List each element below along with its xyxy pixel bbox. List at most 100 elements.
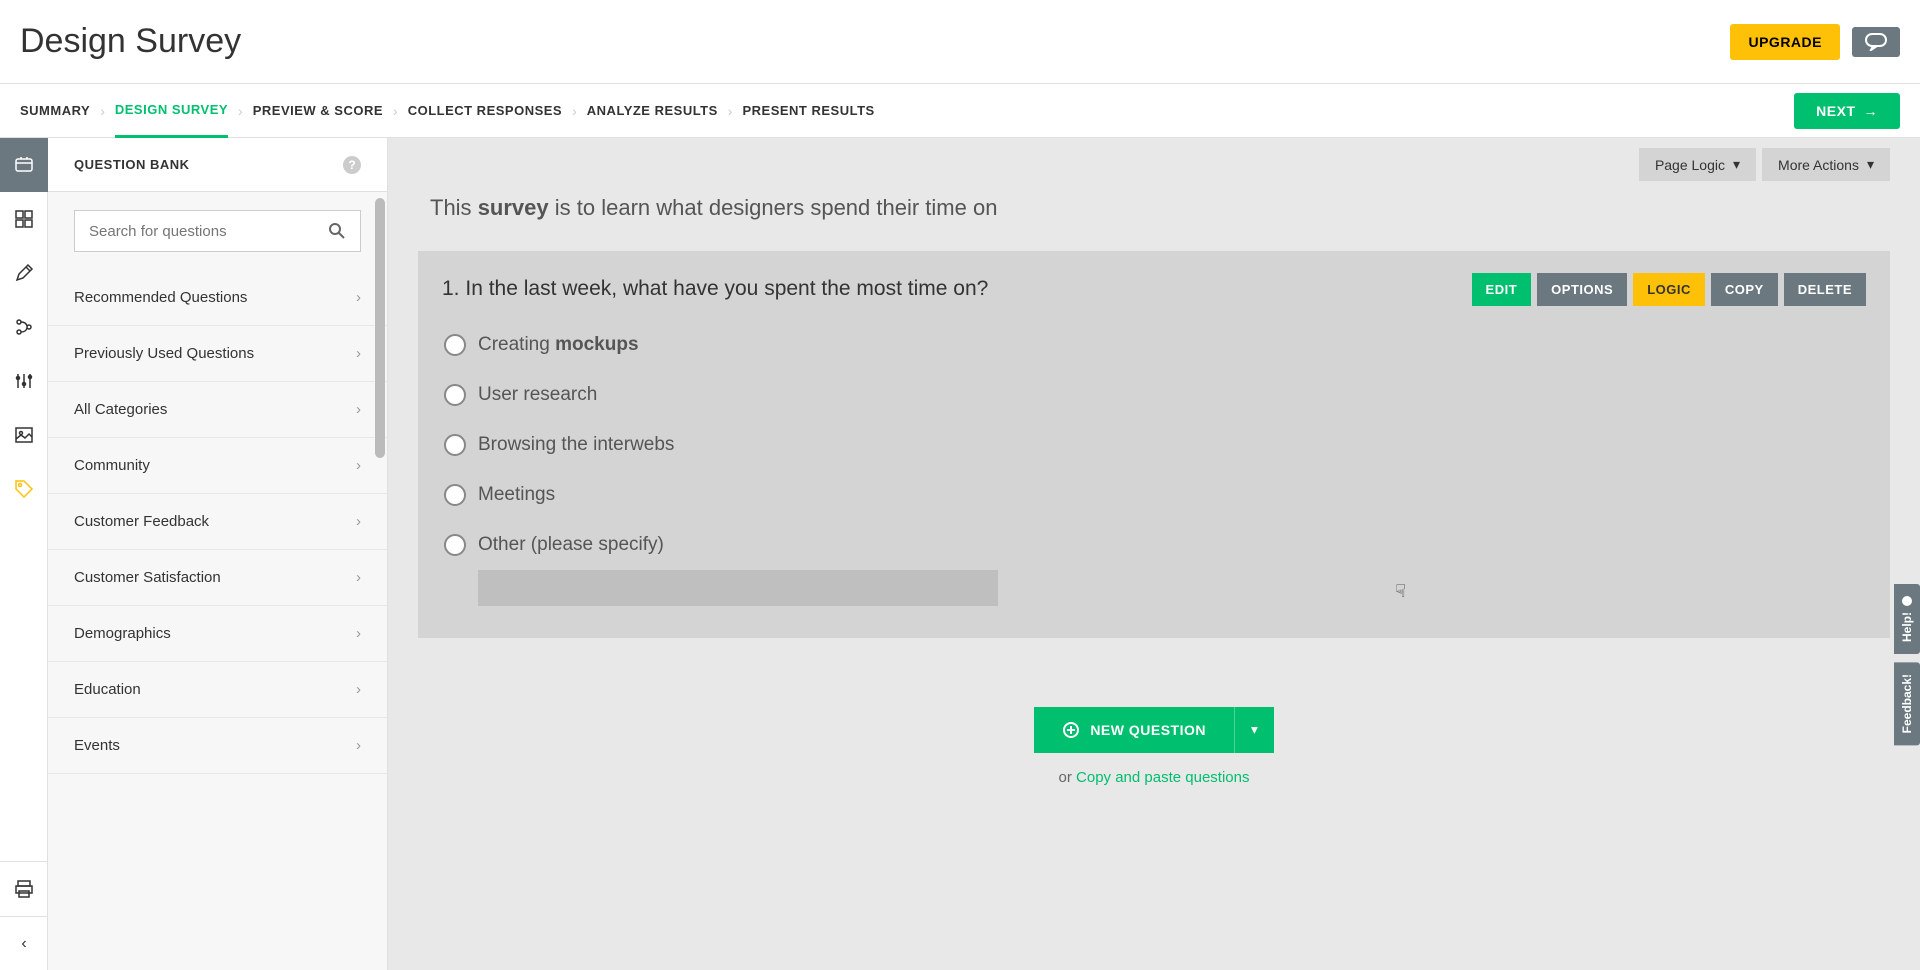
answer-option-other[interactable]: Other (please specify) xyxy=(444,534,1866,556)
sidebar-item-education[interactable]: Education› xyxy=(48,662,387,718)
help-icon[interactable]: ? xyxy=(343,156,361,174)
rail-options[interactable] xyxy=(0,354,48,408)
nav-step-preview[interactable]: PREVIEW & SCORE xyxy=(253,85,383,136)
chevron-right-icon: › xyxy=(572,103,577,119)
chevron-right-icon: › xyxy=(393,103,398,119)
rail-question-bank[interactable] xyxy=(0,462,48,516)
rail-builder[interactable] xyxy=(0,138,48,192)
option-label: Creating mockups xyxy=(478,334,639,356)
nav-step-design[interactable]: DESIGN SURVEY xyxy=(115,84,228,138)
sidebar-item-community[interactable]: Community› xyxy=(48,438,387,494)
caret-down-icon: ▾ xyxy=(1733,156,1740,173)
branch-icon xyxy=(14,317,34,337)
radio-icon[interactable] xyxy=(444,434,466,456)
sidebar-item-recommended[interactable]: Recommended Questions› xyxy=(48,270,387,326)
rail-collapse[interactable]: ‹ xyxy=(0,916,48,970)
new-question-button[interactable]: NEW QUESTION xyxy=(1034,707,1234,753)
rail-image[interactable] xyxy=(0,408,48,462)
nav-step-summary[interactable]: SUMMARY xyxy=(20,85,90,136)
main-layout: ‹ QUESTION BANK ? Recommended Questions›… xyxy=(0,138,1920,970)
image-icon xyxy=(14,425,34,445)
caret-down-icon: ▾ xyxy=(1867,156,1874,173)
radio-icon[interactable] xyxy=(444,534,466,556)
answer-option[interactable]: Meetings xyxy=(444,484,1866,506)
nav-step-present[interactable]: PRESENT RESULTS xyxy=(742,85,874,136)
upgrade-button[interactable]: UPGRADE xyxy=(1730,24,1840,60)
answer-option[interactable]: Creating mockups xyxy=(444,334,1866,356)
chevron-right-icon: › xyxy=(356,737,361,754)
arrow-right-icon: → xyxy=(1864,103,1879,119)
sidebar-item-previous[interactable]: Previously Used Questions› xyxy=(48,326,387,382)
option-label: Browsing the interwebs xyxy=(478,434,674,456)
page-logic-button[interactable]: Page Logic ▾ xyxy=(1639,148,1756,181)
app-header: Design Survey UPGRADE xyxy=(0,0,1920,84)
chevron-right-icon: › xyxy=(100,103,105,119)
copy-button[interactable]: COPY xyxy=(1711,273,1778,306)
question-card[interactable]: 1. In the last week, what have you spent… xyxy=(418,251,1890,638)
left-rail: ‹ xyxy=(0,138,48,970)
next-button[interactable]: NEXT → xyxy=(1794,93,1900,129)
chevron-right-icon: › xyxy=(728,103,733,119)
header-actions: UPGRADE xyxy=(1730,24,1900,60)
feedback-tab[interactable]: Feedback! xyxy=(1894,662,1920,745)
delete-button[interactable]: DELETE xyxy=(1784,273,1866,306)
plus-circle-icon xyxy=(1062,721,1080,739)
sidebar-header: QUESTION BANK ? xyxy=(48,138,387,192)
edit-button[interactable]: EDIT xyxy=(1472,273,1532,306)
paste-link[interactable]: Copy and paste questions xyxy=(1076,769,1249,786)
logic-button[interactable]: LOGIC xyxy=(1633,273,1705,306)
side-tabs: Help! Feedback! xyxy=(1894,584,1920,745)
chevron-right-icon: › xyxy=(356,681,361,698)
help-tab[interactable]: Help! xyxy=(1894,584,1920,654)
rail-print[interactable] xyxy=(0,862,48,916)
search-box[interactable] xyxy=(74,210,361,252)
chevron-right-icon: › xyxy=(356,289,361,306)
sidebar-item-events[interactable]: Events› xyxy=(48,718,387,774)
canvas: Page Logic ▾ More Actions ▾ This survey … xyxy=(388,138,1920,970)
rail-format[interactable] xyxy=(0,192,48,246)
radio-icon[interactable] xyxy=(444,384,466,406)
page-title: Design Survey xyxy=(20,22,241,61)
paste-prompt: or Copy and paste questions xyxy=(418,769,1890,786)
chevron-right-icon: › xyxy=(356,569,361,586)
caret-down-icon: ▾ xyxy=(1251,722,1258,737)
chevron-right-icon: › xyxy=(238,103,243,119)
tag-icon xyxy=(14,479,34,499)
sidebar-item-feedback[interactable]: Customer Feedback› xyxy=(48,494,387,550)
chevron-left-icon: ‹ xyxy=(21,935,26,953)
new-question-dropdown[interactable]: ▾ xyxy=(1234,707,1274,753)
options-button[interactable]: OPTIONS xyxy=(1537,273,1627,306)
radio-icon[interactable] xyxy=(444,484,466,506)
nav-step-collect[interactable]: COLLECT RESPONSES xyxy=(408,85,562,136)
rail-theme[interactable] xyxy=(0,246,48,300)
other-text-input[interactable] xyxy=(478,570,998,606)
option-label: User research xyxy=(478,384,597,406)
sidebar-item-demographics[interactable]: Demographics› xyxy=(48,606,387,662)
nav-step-analyze[interactable]: ANALYZE RESULTS xyxy=(587,85,718,136)
more-actions-button[interactable]: More Actions ▾ xyxy=(1762,148,1890,181)
chat-button[interactable] xyxy=(1852,27,1900,57)
nav-steps: SUMMARY › DESIGN SURVEY › PREVIEW & SCOR… xyxy=(20,84,875,138)
chevron-right-icon: › xyxy=(356,401,361,418)
answer-options: Creating mockups User research Browsing … xyxy=(442,334,1866,606)
sidebar-item-satisfaction[interactable]: Customer Satisfaction› xyxy=(48,550,387,606)
question-toolbar: EDIT OPTIONS LOGIC COPY DELETE xyxy=(1472,273,1866,306)
sidebar-title: QUESTION BANK xyxy=(74,157,190,172)
sidebar: QUESTION BANK ? Recommended Questions› P… xyxy=(48,138,388,970)
next-label: NEXT xyxy=(1816,103,1855,119)
sidebar-item-all[interactable]: All Categories› xyxy=(48,382,387,438)
answer-option[interactable]: User research xyxy=(444,384,1866,406)
chevron-right-icon: › xyxy=(356,457,361,474)
page-actions: Page Logic ▾ More Actions ▾ xyxy=(418,138,1890,195)
sidebar-scroll[interactable]: Recommended Questions› Previously Used Q… xyxy=(48,192,387,970)
new-question-area: NEW QUESTION ▾ or Copy and paste questio… xyxy=(418,672,1890,804)
help-dot-icon xyxy=(1902,596,1912,606)
breadcrumb-nav: SUMMARY › DESIGN SURVEY › PREVIEW & SCOR… xyxy=(0,84,1920,138)
rail-logic[interactable] xyxy=(0,300,48,354)
answer-option[interactable]: Browsing the interwebs xyxy=(444,434,1866,456)
survey-intro: This survey is to learn what designers s… xyxy=(418,195,1890,251)
search-input[interactable] xyxy=(89,223,328,240)
question-title: 1. In the last week, what have you spent… xyxy=(442,273,1472,301)
radio-icon[interactable] xyxy=(444,334,466,356)
scrollbar[interactable] xyxy=(375,198,385,458)
